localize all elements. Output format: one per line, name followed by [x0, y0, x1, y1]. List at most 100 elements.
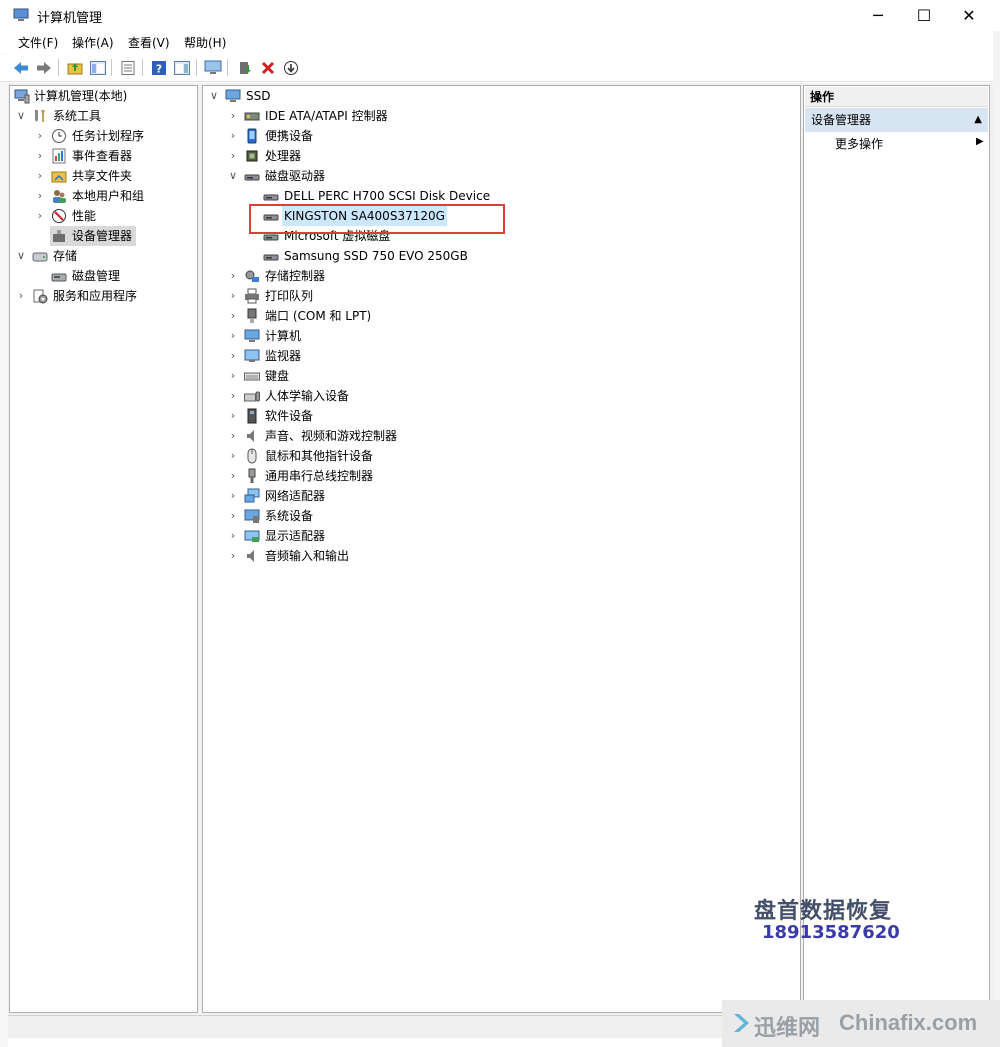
- category-system-devices[interactable]: › 系统设备: [203, 506, 603, 526]
- close-button[interactable]: ✕: [946, 0, 992, 31]
- properties-sheet-icon[interactable]: [118, 58, 137, 77]
- chevron-right-icon[interactable]: ›: [227, 486, 239, 506]
- chevron-right-icon[interactable]: ›: [34, 126, 46, 146]
- forward-arrow-icon[interactable]: [34, 58, 53, 77]
- system-device-icon: [244, 509, 260, 523]
- category-label: 显示适配器: [265, 529, 326, 543]
- chevron-right-icon[interactable]: ›: [227, 346, 239, 366]
- usb-icon: [248, 468, 256, 483]
- chevron-down-icon[interactable]: ∨: [208, 86, 220, 106]
- chevron-right-icon[interactable]: ›: [227, 266, 239, 286]
- category-monitors[interactable]: › 监视器: [203, 346, 603, 366]
- category-processors[interactable]: › 处理器: [203, 146, 603, 166]
- device-dell-perc[interactable]: DELL PERC H700 SCSI Disk Device: [203, 186, 603, 206]
- chevron-right-icon[interactable]: ›: [227, 406, 239, 426]
- title-bar[interactable]: 计算机管理 ─ ☐ ✕: [0, 0, 1000, 31]
- collapse-triangle-icon[interactable]: ▲: [974, 108, 982, 132]
- device-tree-root[interactable]: ∨ SSD: [203, 86, 503, 106]
- category-display-adapters[interactable]: › 显示适配器: [203, 526, 603, 546]
- chevron-right-icon[interactable]: ›: [227, 466, 239, 486]
- category-storage-controllers[interactable]: › 存储控制器: [203, 266, 603, 286]
- actions-header: 操作: [805, 87, 988, 107]
- show-hide-tree-icon[interactable]: [88, 58, 107, 77]
- chevron-right-icon[interactable]: ›: [227, 546, 239, 566]
- tree-item-computer-management[interactable]: 计算机管理(本地): [10, 86, 197, 106]
- tree-item-task-scheduler[interactable]: › 任务计划程序: [10, 126, 197, 146]
- update-driver-icon[interactable]: [235, 58, 254, 77]
- category-usb-controllers[interactable]: › 通用串行总线控制器: [203, 466, 603, 486]
- category-network-adapters[interactable]: › 网络适配器: [203, 486, 603, 506]
- tree-item-services-applications[interactable]: › 服务和应用程序: [10, 286, 197, 306]
- chevron-right-icon[interactable]: ›: [227, 446, 239, 466]
- category-audio-inputs-outputs[interactable]: › 音频输入和输出: [203, 546, 603, 566]
- more-actions-item[interactable]: 更多操作: [835, 135, 883, 152]
- chevron-right-icon[interactable]: ›: [227, 306, 239, 326]
- action-pane-icon[interactable]: [172, 58, 191, 77]
- tree-item-local-users-groups[interactable]: › 本地用户和组: [10, 186, 197, 206]
- chevron-right-icon[interactable]: ›: [34, 166, 46, 186]
- tree-item-system-tools[interactable]: ∨ 系统工具: [10, 106, 197, 126]
- tree-item-storage[interactable]: ∨ 存储: [10, 246, 197, 266]
- portable-device-icon: [247, 128, 257, 144]
- category-label: 网络适配器: [265, 489, 326, 503]
- chevron-right-icon[interactable]: ›: [227, 326, 239, 346]
- category-disk-drives[interactable]: ∨ 磁盘驱动器: [203, 166, 603, 186]
- device-manager-icon: [53, 230, 65, 242]
- chevron-right-icon[interactable]: ›: [227, 526, 239, 546]
- submenu-arrow-icon[interactable]: ▶: [976, 136, 984, 147]
- chevron-right-icon[interactable]: ›: [227, 286, 239, 306]
- category-ide-ata-atapi[interactable]: › IDE ATA/ATAPI 控制器: [203, 106, 603, 126]
- menu-file[interactable]: 文件(F): [16, 34, 60, 51]
- device-samsung-ssd[interactable]: Samsung SSD 750 EVO 250GB: [203, 246, 603, 266]
- chevron-right-icon[interactable]: ›: [227, 106, 239, 126]
- chevron-right-icon[interactable]: ›: [34, 186, 46, 206]
- chevron-right-icon[interactable]: ›: [227, 426, 239, 446]
- mouse-icon: [247, 448, 257, 464]
- chevron-right-icon[interactable]: ›: [15, 286, 27, 306]
- tree-item-shared-folders[interactable]: › 共享文件夹: [10, 166, 197, 186]
- chevron-logo-icon: [734, 1014, 749, 1032]
- chevron-down-icon[interactable]: ∨: [15, 246, 27, 266]
- minimize-button[interactable]: ─: [855, 0, 901, 31]
- category-ports[interactable]: › 端口 (COM 和 LPT): [203, 306, 603, 326]
- back-arrow-icon[interactable]: [11, 58, 30, 77]
- tree-item-device-manager[interactable]: 设备管理器: [50, 226, 136, 246]
- chevron-right-icon[interactable]: ›: [227, 506, 239, 526]
- category-sound-video-game[interactable]: › 声音、视频和游戏控制器: [203, 426, 603, 446]
- category-hid[interactable]: › 人体学输入设备: [203, 386, 603, 406]
- category-label: 音频输入和输出: [265, 549, 350, 563]
- actions-section-device-manager[interactable]: 设备管理器 ▲: [805, 108, 988, 132]
- toolbar-separator: [196, 59, 197, 76]
- tree-item-disk-management[interactable]: 磁盘管理: [10, 266, 197, 286]
- category-mice[interactable]: › 鼠标和其他指针设备: [203, 446, 603, 466]
- chevron-right-icon[interactable]: ›: [227, 366, 239, 386]
- console-tree-pane[interactable]: 计算机管理(本地) ∨ 系统工具 › 任务计划程序 › 事件查看器 › 共享文件…: [9, 85, 198, 1013]
- tree-item-event-viewer[interactable]: › 事件查看器: [10, 146, 197, 166]
- category-software-devices[interactable]: › 软件设备: [203, 406, 603, 426]
- tree-item-performance[interactable]: › 性能: [10, 206, 197, 226]
- tools-icon: [35, 110, 45, 122]
- category-keyboards[interactable]: › 键盘: [203, 366, 603, 386]
- chevron-right-icon[interactable]: ›: [34, 206, 46, 226]
- category-label: IDE ATA/ATAPI 控制器: [265, 109, 388, 123]
- menu-action[interactable]: 操作(A): [70, 34, 116, 51]
- chevron-right-icon[interactable]: ›: [227, 386, 239, 406]
- disable-device-icon[interactable]: [281, 58, 300, 77]
- category-portable-devices[interactable]: › 便携设备: [203, 126, 603, 146]
- up-folder-icon[interactable]: [65, 58, 84, 77]
- chevron-down-icon[interactable]: ∨: [15, 106, 27, 126]
- maximize-button[interactable]: ☐: [901, 0, 947, 31]
- category-computer[interactable]: › 计算机: [203, 326, 603, 346]
- uninstall-device-icon[interactable]: [258, 58, 277, 77]
- category-print-queues[interactable]: › 打印队列: [203, 286, 603, 306]
- menu-view[interactable]: 查看(V): [126, 34, 172, 51]
- chevron-down-icon[interactable]: ∨: [227, 166, 239, 186]
- menu-help[interactable]: 帮助(H): [182, 34, 228, 51]
- display-adapter-icon: [244, 530, 260, 542]
- tree-label: 计算机管理(本地): [34, 89, 128, 103]
- chevron-right-icon[interactable]: ›: [227, 146, 239, 166]
- help-icon[interactable]: ?: [149, 58, 168, 77]
- chevron-right-icon[interactable]: ›: [227, 126, 239, 146]
- chevron-right-icon[interactable]: ›: [34, 146, 46, 166]
- monitor-scan-icon[interactable]: [203, 58, 222, 77]
